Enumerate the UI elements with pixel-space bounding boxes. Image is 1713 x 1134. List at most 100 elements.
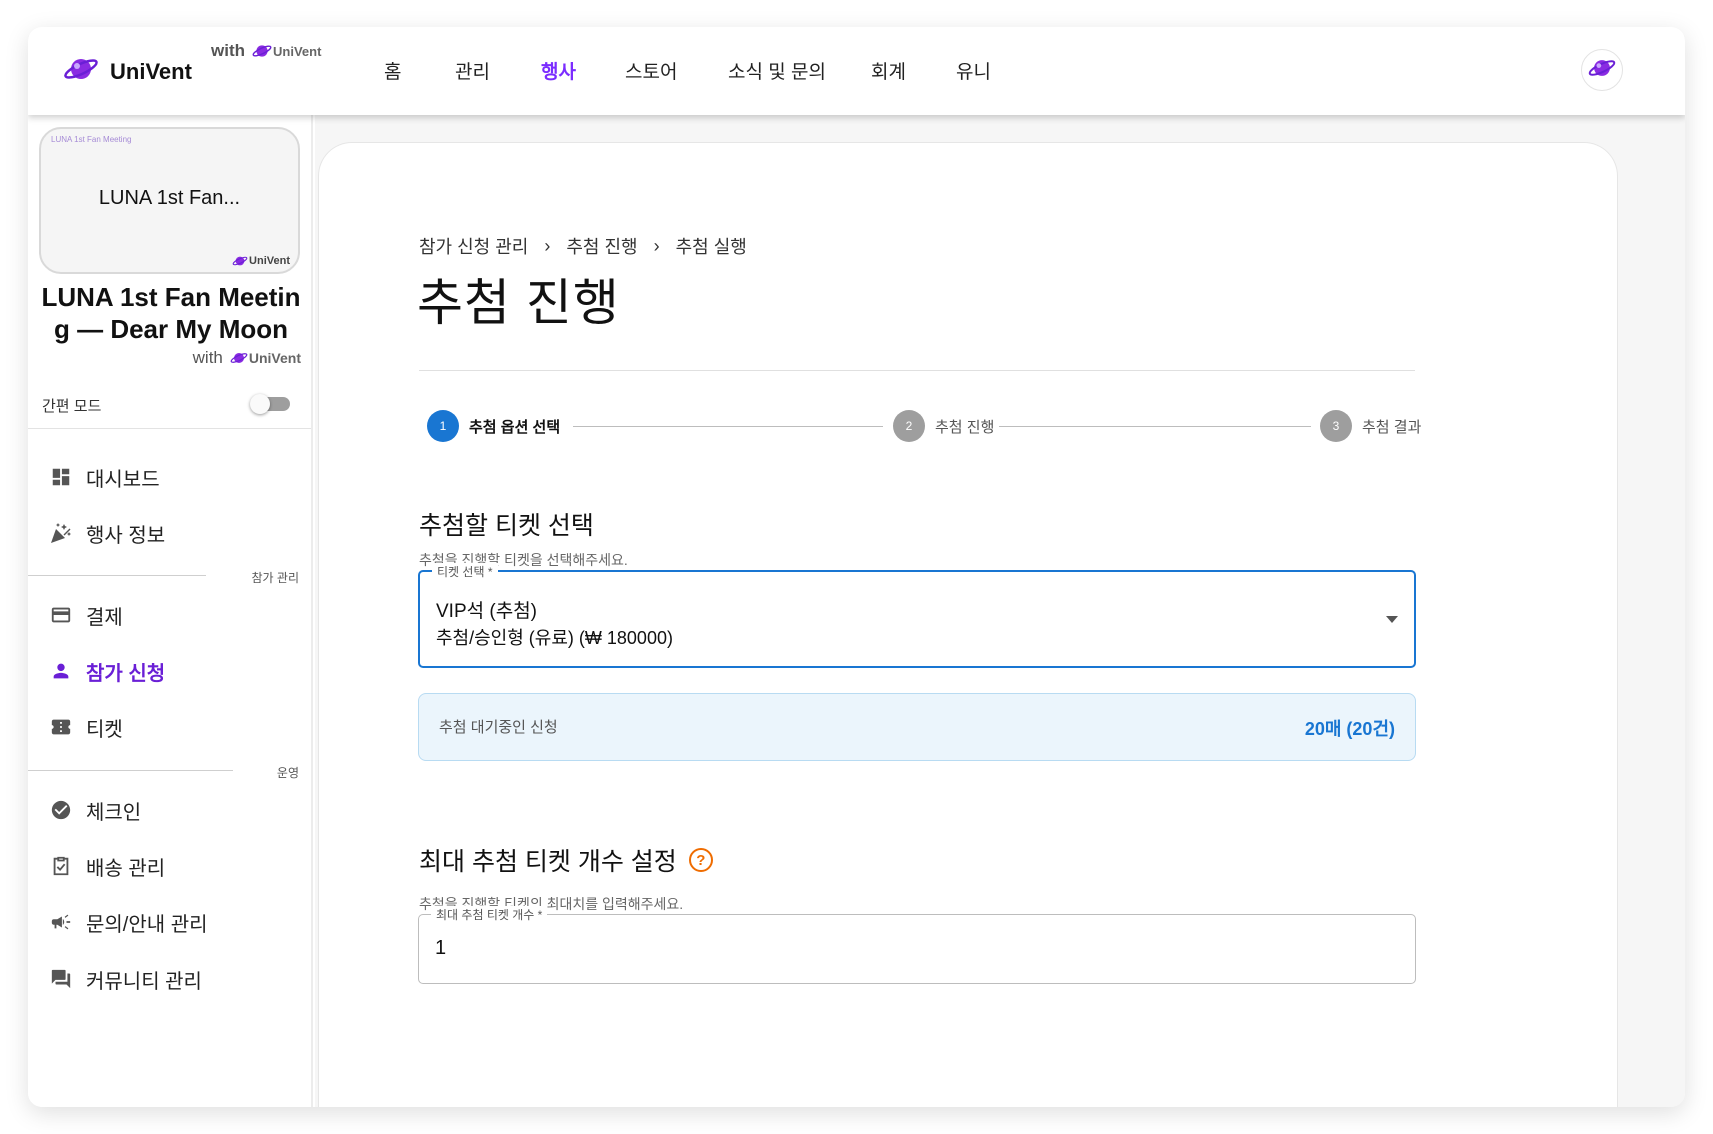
step-2: 2 추첨 진행 [893,410,994,442]
title-divider [419,370,1415,371]
sidebar-item-event-info[interactable]: 행사 정보 [48,513,298,553]
event-with-logo-text: UniVent [248,350,301,366]
chevron-right-icon: › [653,235,660,256]
check-circle-icon [48,797,74,823]
step-label: 추첨 결과 [1362,418,1422,436]
step-number: 3 [1320,410,1352,442]
sidebar-item-delivery[interactable]: 배송 관리 [48,846,298,886]
simple-mode-label: 간편 모드 [42,398,102,415]
sidebar-item-label: 커뮤니티 관리 [86,970,202,993]
clipboard-check-icon [48,853,74,879]
nav-store[interactable]: 스토어 [625,57,677,84]
nav-manage[interactable]: 관리 [455,57,490,84]
partner-logo: UniVent [251,42,321,60]
section-label-participation: 참가 관리 [251,571,300,585]
planet-avatar-icon [1587,55,1617,86]
simple-mode-row: 간편 모드 [42,393,300,417]
ticket-section-title: 추첨할 티켓 선택 [419,506,594,542]
thumbnail-tiny-text: LUNA 1st Fan Meeting [51,135,132,144]
sidebar-item-tickets[interactable]: 티켓 [48,707,298,747]
event-thumbnail[interactable]: LUNA 1st Fan Meeting LUNA 1st Fan... Uni… [39,127,300,274]
breadcrumb-item[interactable]: 참가 신청 관리 [419,233,528,259]
step-number: 1 [427,410,459,442]
nav-home[interactable]: 홈 [384,57,401,84]
breadcrumb: 참가 신청 관리 › 추첨 진행 › 추첨 실행 [419,233,747,259]
chevron-right-icon: › [544,235,551,256]
planet-logo-icon [62,53,100,90]
waiting-count: 20매 (20건) [1304,719,1395,739]
step-label: 추첨 진행 [935,418,995,436]
nav-uni[interactable]: 유니 [956,57,991,84]
sidebar-item-applications[interactable]: 참가 신청 [48,651,298,691]
step-connector [573,426,883,427]
top-navigation-bar: UniVent with UniVent 홈 관리 행사 스토어 소식 및 문의… [28,27,1685,115]
nav-event[interactable]: 행사 [541,57,576,84]
step-1: 1 추첨 옵션 선택 [427,410,560,442]
credit-card-icon [48,602,74,628]
max-ticket-count-input[interactable]: 최대 추첨 티켓 개수 * 1 [418,906,1416,984]
max-ticket-count-value: 1 [435,937,447,959]
with-partner-label: with UniVent [211,41,321,61]
simple-mode-toggle[interactable] [250,394,290,414]
section-divider [28,770,233,771]
step-number: 2 [893,410,925,442]
sidebar-item-label: 참가 신청 [86,662,166,685]
waiting-label: 추첨 대기중인 신청 [439,719,558,736]
sidebar-item-label: 행사 정보 [86,524,166,547]
event-with-logo: UniVent [229,350,301,366]
page-title: 추첨 진행 [417,275,620,331]
stepper: 1 추첨 옵션 선택 2 추첨 진행 3 추첨 결과 [427,410,1421,446]
ticket-select-value-name: VIP석 (추첨) [436,601,537,622]
sidebar-item-dashboard[interactable]: 대시보드 [48,457,298,497]
with-text: with [211,41,245,60]
event-with-label: with UniVent [193,348,301,368]
sidebar-item-community[interactable]: 커뮤니티 관리 [48,959,298,999]
max-section-title-text: 최대 추첨 티켓 개수 설정 [419,848,677,876]
partner-logo-text: UniVent [273,43,322,59]
person-icon [48,658,74,684]
sidebar-item-label: 배송 관리 [86,857,166,880]
brand-name: UniVent [110,58,192,84]
ticket-select[interactable]: 티켓 선택 * VIP석 (추첨) 추첨/승인형 (유료) (₩ 180000) [418,563,1416,668]
max-ticket-count-label: 최대 추첨 티켓 개수 * [431,906,548,923]
event-with-text: with [192,348,223,367]
sidebar-item-checkin[interactable]: 체크인 [48,790,298,830]
ticket-select-value-detail: 추첨/승인형 (유료) (₩ 180000) [436,628,673,648]
breadcrumb-item[interactable]: 추첨 진행 [566,233,637,259]
dashboard-icon [48,464,74,490]
step-connector [999,426,1311,427]
thumbnail-title: LUNA 1st Fan... [98,187,241,209]
step-label: 추첨 옵션 선택 [469,418,561,436]
dropdown-arrow-icon [1386,616,1398,623]
thumbnail-logo-text: UniVent [249,255,290,267]
sidebar-item-label: 대시보드 [86,468,160,491]
sidebar-item-label: 문의/안내 관리 [86,913,208,936]
ticket-icon [48,714,74,740]
nav-news-inquiry[interactable]: 소식 및 문의 [728,57,826,84]
section-label-operation: 운영 [276,766,299,780]
sidebar: LUNA 1st Fan Meeting LUNA 1st Fan... Uni… [28,115,313,1107]
profile-avatar[interactable] [1581,49,1623,91]
sidebar-item-label: 티켓 [86,718,123,741]
step-3: 3 추첨 결과 [1320,410,1421,442]
toggle-knob [250,394,270,414]
event-title: LUNA 1st Fan Meeting — Dear My Moon [41,282,301,344]
content-card: 참가 신청 관리 › 추첨 진행 › 추첨 실행 추첨 진행 1 추첨 옵션 선… [318,142,1618,1107]
sidebar-item-inquiry-notice[interactable]: 문의/안내 관리 [48,902,298,942]
forum-icon [48,966,74,992]
thumbnail-logo: UniVent [231,254,290,268]
waiting-applications-info: 추첨 대기중인 신청 20매 (20건) [418,693,1416,761]
brand-logo[interactable]: UniVent [62,53,192,90]
section-divider [28,575,206,576]
sidebar-item-label: 결제 [86,606,123,629]
help-icon[interactable]: ? [688,848,713,872]
megaphone-icon [48,909,74,935]
ticket-select-label: 티켓 선택 * [432,563,498,580]
ticket-section-title-text: 추첨할 티켓 선택 [419,512,594,540]
nav-accounting[interactable]: 회계 [871,57,906,84]
sidebar-item-payment[interactable]: 결제 [48,595,298,635]
sidebar-item-label: 체크인 [86,801,142,824]
breadcrumb-item-current: 추첨 실행 [675,237,747,257]
max-section-title: 최대 추첨 티켓 개수 설정 ? [419,842,713,878]
celebration-icon [48,520,74,546]
